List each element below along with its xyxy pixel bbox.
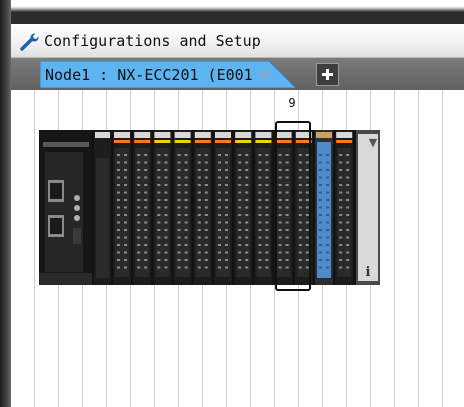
unit-terminal-block: [256, 148, 271, 277]
unit-terminal-block: [175, 148, 190, 277]
io-unit[interactable]: [335, 130, 354, 285]
add-tab-button[interactable]: [316, 63, 339, 86]
coupler-unit[interactable]: [39, 130, 92, 285]
unit-top-label: [255, 132, 272, 138]
unit-top-label: [316, 132, 332, 138]
unit-top-label: [336, 132, 353, 138]
unit-status-led: [134, 140, 151, 143]
unit-top-label: [154, 132, 171, 138]
info-icon[interactable]: i: [366, 265, 371, 280]
tab-close-icon[interactable]: ✕: [260, 64, 270, 84]
io-unit[interactable]: [113, 130, 131, 285]
unit-status-led: [174, 140, 191, 143]
unit-status-led: [255, 140, 272, 143]
unit-top-label: [174, 132, 191, 138]
end-cover: ▼ i: [356, 130, 380, 285]
unit-top-label: [134, 132, 151, 138]
unit-status-led: [154, 140, 171, 143]
unit-terminal-block: [195, 148, 210, 277]
scroll-down-icon[interactable]: ▼: [369, 136, 378, 149]
unit-top-label: [114, 132, 130, 138]
window-frame-top: [0, 0, 464, 24]
io-unit[interactable]: [153, 130, 172, 285]
configuration-canvas[interactable]: 9 ▼ i: [11, 90, 464, 407]
tab-strip: Node1 : NX-ECC201 (E001 ✕: [11, 58, 464, 90]
unit-status-led: [336, 140, 353, 143]
unit-terminal-block: [216, 148, 230, 277]
tab-node1[interactable]: Node1 : NX-ECC201 (E001 ✕: [40, 61, 296, 88]
unit-terminal-block: [155, 148, 170, 277]
slot-number-label: 9: [288, 96, 296, 110]
unit-status-led: [215, 140, 231, 143]
unit-status-led: [194, 140, 211, 143]
io-unit[interactable]: [193, 130, 212, 285]
io-unit[interactable]: [254, 130, 273, 285]
unit-status-led: [114, 140, 130, 143]
io-unit-selected[interactable]: [315, 130, 333, 285]
unit-top-label: [215, 132, 231, 138]
tab-label: Node1 : NX-ECC201 (E001: [45, 66, 253, 84]
io-unit[interactable]: [214, 130, 232, 285]
io-unit[interactable]: [133, 130, 152, 285]
window-title: Configurations and Setup: [44, 32, 261, 50]
io-unit[interactable]: [234, 130, 253, 285]
unit-terminal-block: [135, 148, 150, 277]
unit-terminal-block: [337, 148, 352, 277]
window-frame-left: [0, 0, 11, 407]
unit-status-led: [235, 140, 252, 143]
io-unit[interactable]: [173, 130, 192, 285]
unit-top-label: [235, 132, 252, 138]
wrench-icon: [20, 33, 39, 51]
unit-top-label: [194, 132, 211, 138]
unit-rack: ▼ i: [39, 130, 380, 285]
unit-terminal-block: [236, 148, 251, 277]
title-bar: Configurations and Setup: [11, 24, 464, 58]
selected-unit-highlight: [275, 121, 311, 291]
power-unit[interactable]: [94, 130, 111, 285]
unit-terminal-block: [115, 148, 129, 277]
